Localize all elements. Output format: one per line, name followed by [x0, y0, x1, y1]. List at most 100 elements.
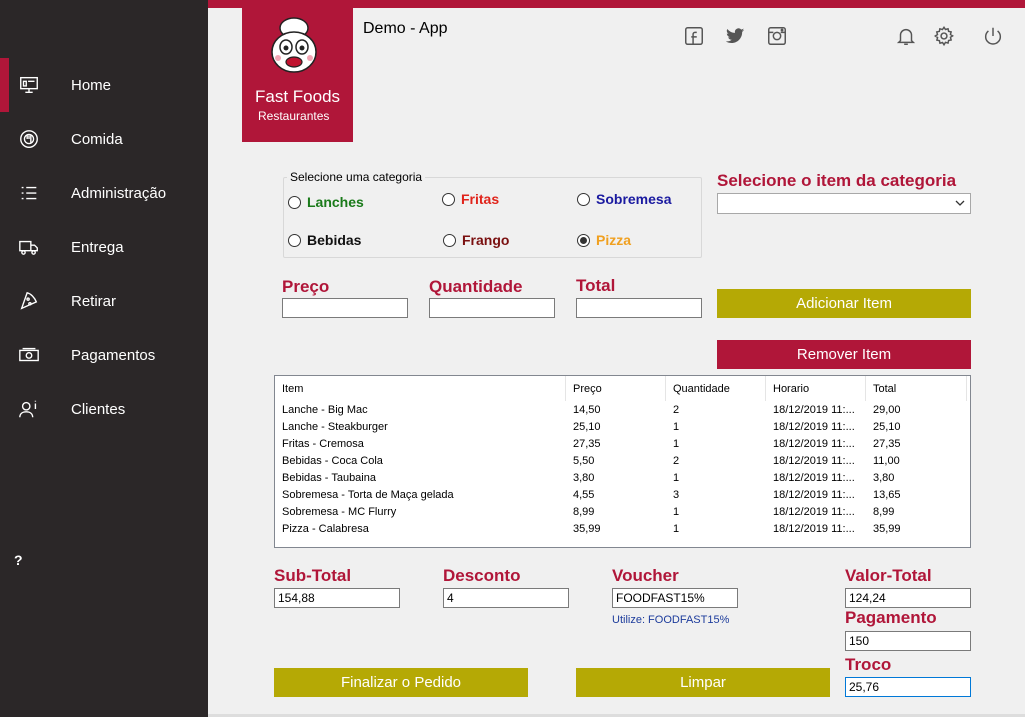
list-icon: [17, 181, 41, 205]
table-row[interactable]: Sobremesa - MC Flurry 8,99 1 18/12/2019 11:…: [275, 504, 967, 521]
table-row[interactable]: Sobremesa - Torta de Maça gelada 4,55 3 18/…: [275, 487, 967, 504]
table-cell: 4,55: [573, 489, 595, 501]
add-item-button[interactable]: Adicionar Item: [717, 289, 971, 318]
table-row[interactable]: Pizza - Calabresa 35,99 1 18/12/2019 11:...…: [275, 521, 967, 538]
table-cell: 1: [673, 506, 680, 518]
table-cell: 13,65: [873, 489, 901, 501]
gear-icon[interactable]: [932, 24, 956, 48]
troco-field[interactable]: 25,76: [845, 677, 971, 697]
radio-dot: [288, 195, 301, 209]
table-cell: Pizza - Calabresa: [282, 523, 369, 535]
radio-dot: [577, 192, 590, 206]
radio-sobremesa[interactable]: Sobremesa: [577, 191, 671, 207]
pagamento-field[interactable]: 150: [845, 631, 971, 651]
quantidade-field[interactable]: [429, 298, 555, 318]
item-select-dropdown[interactable]: [717, 193, 971, 214]
radio-label: Fritas: [461, 191, 500, 207]
table-row[interactable]: Lanche - Big Mac 14,50 2 18/12/2019 11:... 2…: [275, 402, 967, 419]
table-cell: 18/12/2019 11:...: [773, 421, 855, 433]
table-cell: 35,99: [573, 523, 601, 535]
column-header[interactable]: Preço: [566, 376, 666, 401]
total-field[interactable]: [576, 298, 702, 318]
table-cell: 3,80: [573, 472, 595, 484]
sidebar-item-administracao[interactable]: Administração: [0, 166, 208, 220]
preco-field[interactable]: [282, 298, 408, 318]
table-row[interactable]: Lanche - Steakburger 25,10 1 18/12/2019 11:…: [275, 419, 967, 436]
sidebar: Home Comida Administração Entrega Retira…: [0, 0, 208, 717]
table-cell: 18/12/2019 11:...: [773, 472, 855, 484]
table-cell: 18/12/2019 11:...: [773, 489, 855, 501]
table-cell: 8,99: [873, 506, 895, 518]
table-cell: 1: [673, 438, 680, 450]
valor-total-field[interactable]: 124,24: [845, 588, 971, 608]
sidebar-item-comida[interactable]: Comida: [0, 112, 208, 166]
radio-pizza[interactable]: Pizza: [577, 232, 631, 248]
sidebar-item-home[interactable]: Home: [0, 58, 208, 112]
table-row[interactable]: Bebidas - Taubaina 3,80 1 18/12/2019 11:...…: [275, 470, 967, 487]
table-cell: 8,99: [573, 506, 595, 518]
table-cell: Sobremesa - MC Flurry: [282, 506, 397, 518]
desconto-field[interactable]: 4: [443, 588, 569, 608]
instagram-icon[interactable]: [765, 24, 789, 48]
table-cell: Bebidas - Taubaina: [282, 472, 376, 484]
sidebar-item-label: Entrega: [71, 238, 124, 256]
radio-label: Lanches: [307, 194, 364, 210]
table-cell: 25,10: [573, 421, 601, 433]
sidebar-item-retirar[interactable]: Retirar: [0, 274, 208, 328]
valor-total-label: Valor-Total: [845, 566, 932, 585]
radio-bebidas[interactable]: Bebidas: [288, 232, 361, 248]
radio-dot: [443, 233, 456, 247]
sidebar-item-label: Pagamentos: [71, 346, 156, 364]
monitor-icon: [17, 73, 41, 97]
bell-icon[interactable]: [894, 24, 918, 48]
power-icon[interactable]: [981, 24, 1005, 48]
food-icon: [17, 127, 41, 151]
sidebar-item-entrega[interactable]: Entrega: [0, 220, 208, 274]
table-cell: 2: [673, 455, 680, 467]
finish-order-button[interactable]: Finalizar o Pedido: [274, 668, 528, 697]
radio-dot: [577, 233, 590, 247]
truck-icon: [17, 235, 41, 259]
order-table[interactable]: Item Preço Quantidade Horario Total Lanc…: [274, 375, 971, 548]
table-cell: 3,80: [873, 472, 895, 484]
radio-dot: [442, 192, 455, 206]
table-row[interactable]: Bebidas - Coca Cola 5,50 2 18/12/2019 11:..…: [275, 453, 967, 470]
clear-button[interactable]: Limpar: [576, 668, 830, 697]
table-cell: 3: [673, 489, 680, 501]
table-cell: 18/12/2019 11:...: [773, 455, 855, 467]
column-header[interactable]: Item: [275, 376, 566, 401]
radio-lanches[interactable]: Lanches: [288, 194, 364, 210]
table-body: Lanche - Big Mac 14,50 2 18/12/2019 11:... 2…: [275, 402, 967, 538]
voucher-field[interactable]: FOODFAST15%: [612, 588, 738, 608]
sidebar-item-pagamentos[interactable]: Pagamentos: [0, 328, 208, 382]
radio-label: Frango: [462, 232, 510, 248]
table-cell: Lanche - Steakburger: [282, 421, 388, 433]
table-cell: 18/12/2019 11:...: [773, 523, 855, 535]
table-cell: 18/12/2019 11:...: [773, 404, 855, 416]
radio-label: Bebidas: [307, 232, 362, 248]
remove-item-button[interactable]: Remover Item: [717, 340, 971, 369]
logo-title: Fast Foods: [255, 87, 341, 106]
help-button[interactable]: ?: [14, 552, 23, 568]
app-title: Demo - App: [363, 20, 448, 37]
sidebar-item-label: Administração: [71, 184, 167, 202]
troco-label: Troco: [845, 655, 892, 674]
radio-fritas[interactable]: Fritas: [442, 191, 499, 207]
total-label: Total: [576, 276, 616, 295]
facebook-icon[interactable]: [682, 24, 706, 48]
table-cell: 29,00: [873, 404, 901, 416]
column-header[interactable]: Quantidade: [666, 376, 766, 401]
radio-frango[interactable]: Frango: [443, 232, 509, 248]
table-cell: 27,35: [873, 438, 901, 450]
money-icon: [17, 343, 41, 367]
column-header[interactable]: Total: [866, 376, 967, 401]
radio-dot: [288, 233, 301, 247]
sidebar-item-clientes[interactable]: Clientes: [0, 382, 208, 436]
subtotal-field[interactable]: 154,88: [274, 588, 400, 608]
table-row[interactable]: Fritas - Cremosa 27,35 1 18/12/2019 11:... 2…: [275, 436, 967, 453]
bee-mascot-icon: [271, 17, 317, 73]
table-cell: 18/12/2019 11:...: [773, 438, 855, 450]
column-header[interactable]: Horario: [766, 376, 866, 401]
twitter-icon[interactable]: [723, 24, 747, 48]
table-cell: Lanche - Big Mac: [282, 404, 368, 416]
